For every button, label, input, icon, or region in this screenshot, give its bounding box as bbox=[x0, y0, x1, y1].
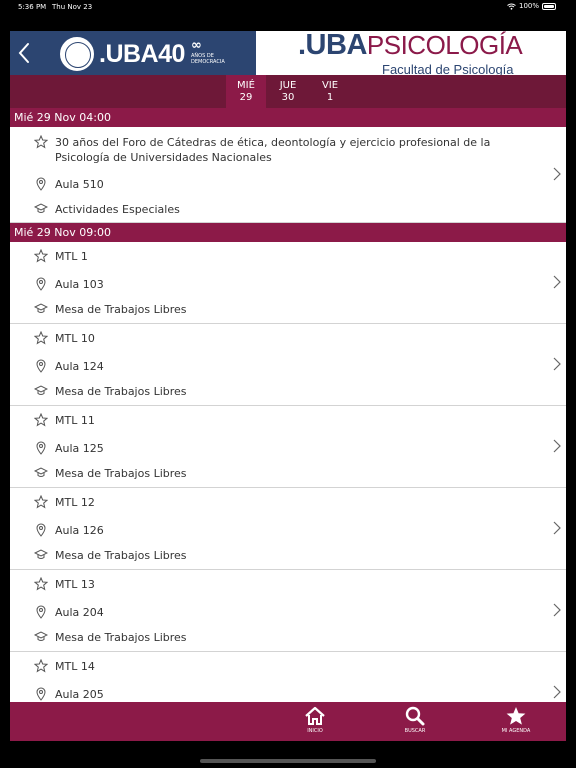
chevron-right-icon[interactable] bbox=[552, 685, 562, 699]
app-window: .UBA40 ∞ AÑOS DE DEMOCRACIA .UBAPSICOLOG… bbox=[10, 31, 566, 741]
graduation-cap-icon bbox=[34, 467, 48, 477]
item-room: Aula 205 bbox=[55, 688, 104, 701]
list-item[interactable]: MTL 10 Aula 124 Mesa de Trabajos Libres bbox=[10, 324, 566, 406]
graduation-cap-icon bbox=[34, 631, 48, 641]
tab-buscar[interactable]: BUSCAR bbox=[390, 702, 440, 741]
section-header: Mié 29 Nov 09:00 bbox=[10, 223, 566, 242]
tab-label: BUSCAR bbox=[404, 728, 426, 734]
day-tab-mie[interactable]: MIÉ 29 bbox=[226, 75, 266, 108]
list-item[interactable]: MTL 1 Aula 103 Mesa de Trabajos Libres bbox=[10, 242, 566, 324]
location-pin-icon bbox=[36, 441, 46, 455]
tab-label: MI AGENDA bbox=[501, 728, 531, 734]
list-item[interactable]: MTL 13 Aula 204 Mesa de Trabajos Libres bbox=[10, 570, 566, 652]
schedule-list[interactable]: Mié 29 Nov 04:00 30 años del Foro de Cát… bbox=[10, 108, 566, 702]
chevron-right-icon[interactable] bbox=[552, 521, 562, 535]
chevron-right-icon[interactable] bbox=[552, 167, 562, 181]
battery-icon bbox=[542, 2, 556, 10]
list-item[interactable]: MTL 12 Aula 126 Mesa de Trabajos Libres bbox=[10, 488, 566, 570]
item-type: Mesa de Trabajos Libres bbox=[55, 467, 187, 480]
tab-mi-agenda[interactable]: MI AGENDA bbox=[491, 702, 541, 741]
infinity-mark: ∞ bbox=[191, 38, 202, 53]
uba40-banner: .UBA40 ∞ AÑOS DE DEMOCRACIA bbox=[10, 31, 256, 75]
wifi-icon bbox=[507, 3, 516, 10]
location-pin-icon bbox=[36, 523, 46, 537]
item-room: Aula 124 bbox=[55, 360, 104, 373]
chevron-right-icon[interactable] bbox=[552, 603, 562, 617]
chevron-right-icon[interactable] bbox=[552, 439, 562, 453]
uba-psicologia-logo: .UBAPSICOLOGÍA bbox=[298, 31, 523, 61]
star-outline-icon[interactable] bbox=[34, 413, 48, 427]
list-item[interactable]: MTL 11 Aula 125 Mesa de Trabajos Libres bbox=[10, 406, 566, 488]
location-pin-icon bbox=[36, 605, 46, 619]
location-pin-icon bbox=[36, 687, 46, 701]
star-outline-icon[interactable] bbox=[34, 659, 48, 673]
location-pin-icon bbox=[36, 359, 46, 373]
search-icon bbox=[405, 706, 425, 726]
psicologia-banner: .UBAPSICOLOGÍA Facultad de Psicología bbox=[256, 31, 566, 77]
day-selector: MIÉ 29 JUE 30 VIE 1 bbox=[10, 75, 566, 108]
star-outline-icon[interactable] bbox=[34, 577, 48, 591]
graduation-cap-icon bbox=[34, 303, 48, 313]
section-header: Mié 29 Nov 04:00 bbox=[10, 108, 566, 127]
star-outline-icon[interactable] bbox=[34, 331, 48, 345]
item-title: MTL 1 bbox=[55, 250, 88, 263]
uba-seal-logo bbox=[58, 35, 96, 73]
anos-democracia: AÑOS DE DEMOCRACIA bbox=[191, 53, 225, 65]
item-room: Aula 204 bbox=[55, 606, 104, 619]
battery-percent: 100% bbox=[518, 2, 539, 10]
chevron-right-icon[interactable] bbox=[552, 275, 562, 289]
item-type: Actividades Especiales bbox=[55, 203, 180, 216]
item-title: MTL 11 bbox=[55, 414, 95, 427]
item-room: Aula 126 bbox=[55, 524, 104, 537]
status-right: 100% bbox=[507, 2, 556, 10]
uba40-logo-text: .UBA40 bbox=[99, 40, 185, 68]
home-icon bbox=[305, 706, 325, 725]
status-date: Thu Nov 23 bbox=[52, 3, 93, 11]
item-title: MTL 14 bbox=[55, 660, 95, 673]
item-type: Mesa de Trabajos Libres bbox=[55, 385, 187, 398]
day-tab-vie[interactable]: VIE 1 bbox=[310, 75, 350, 108]
list-item[interactable]: 30 años del Foro de Cátedras de ética, d… bbox=[10, 127, 566, 223]
ipad-screen: 5:36 PM Thu Nov 23 100% .UBA40 ∞ AÑOS DE… bbox=[0, 0, 576, 768]
star-outline-icon[interactable] bbox=[34, 495, 48, 509]
app-header: .UBA40 ∞ AÑOS DE DEMOCRACIA .UBAPSICOLOG… bbox=[10, 31, 566, 77]
item-title: 30 años del Foro de Cátedras de ética, d… bbox=[55, 136, 491, 164]
item-title: MTL 13 bbox=[55, 578, 95, 591]
bottom-tab-bar: INICIO BUSCAR MI AGENDA bbox=[10, 702, 566, 741]
item-room: Aula 125 bbox=[55, 442, 104, 455]
graduation-cap-icon bbox=[34, 385, 48, 395]
list-item[interactable]: MTL 14 Aula 205 Mesa de Trabajos Libres bbox=[10, 652, 566, 702]
item-room: Aula 510 bbox=[55, 178, 104, 191]
tab-inicio[interactable]: INICIO bbox=[290, 702, 340, 741]
item-type: Mesa de Trabajos Libres bbox=[55, 631, 187, 644]
location-pin-icon bbox=[36, 177, 46, 191]
status-time: 5:36 PM bbox=[18, 3, 47, 11]
graduation-cap-icon bbox=[34, 549, 48, 559]
item-title: MTL 12 bbox=[55, 496, 95, 509]
star-outline-icon[interactable] bbox=[34, 249, 48, 263]
location-pin-icon bbox=[36, 277, 46, 291]
status-bar: 5:36 PM Thu Nov 23 100% bbox=[0, 0, 576, 14]
item-type: Mesa de Trabajos Libres bbox=[55, 303, 187, 316]
chevron-right-icon[interactable] bbox=[552, 357, 562, 371]
star-outline-icon[interactable] bbox=[34, 135, 48, 149]
tab-label: INICIO bbox=[307, 728, 323, 734]
item-title: MTL 10 bbox=[55, 332, 95, 345]
item-type: Mesa de Trabajos Libres bbox=[55, 549, 187, 562]
day-tab-jue[interactable]: JUE 30 bbox=[268, 75, 308, 108]
graduation-cap-icon bbox=[34, 203, 48, 213]
home-indicator[interactable] bbox=[200, 759, 376, 763]
back-arrow-icon[interactable] bbox=[14, 41, 34, 65]
item-room: Aula 103 bbox=[55, 278, 104, 291]
star-icon bbox=[506, 707, 526, 725]
